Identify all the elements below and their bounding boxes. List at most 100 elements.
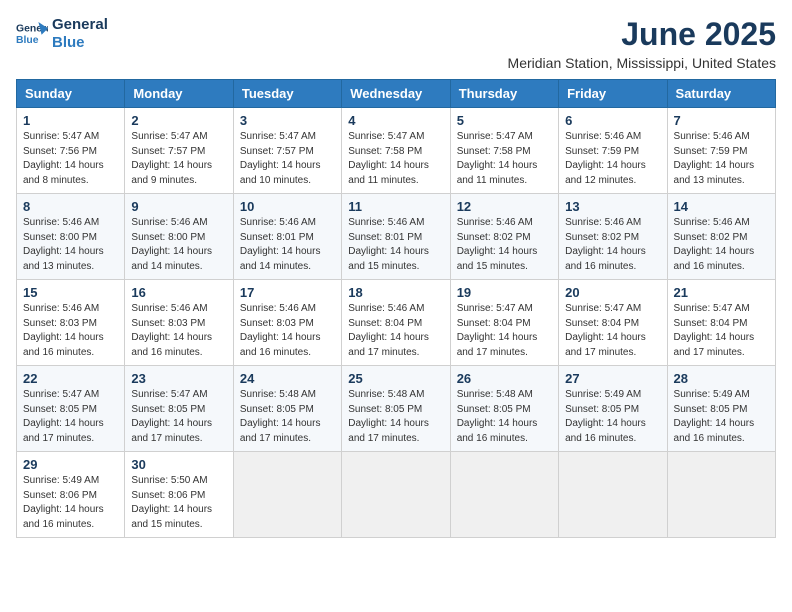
- daylight-text: Daylight: 14 hours and 14 minutes.: [131, 246, 212, 272]
- daylight-text: Daylight: 14 hours and 17 minutes.: [674, 332, 755, 358]
- day-detail: Sunrise: 5:48 AMSunset: 8:05 PMDaylight:…: [348, 388, 443, 446]
- calendar-cell: 24Sunrise: 5:48 AMSunset: 8:05 PMDayligh…: [233, 366, 341, 452]
- weekday-header: Monday: [125, 80, 233, 108]
- daylight-text: Daylight: 14 hours and 17 minutes.: [348, 418, 429, 444]
- sunset-text: Sunset: 8:04 PM: [565, 318, 639, 329]
- calendar-cell: 8 Sunrise: 5:46 AMSunset: 8:00 PMDaylight…: [17, 194, 125, 280]
- calendar-cell: 17Sunrise: 5:46 AMSunset: 8:03 PMDayligh…: [233, 280, 341, 366]
- day-detail: Sunrise: 5:46 AMSunset: 8:02 PMDaylight:…: [565, 216, 660, 274]
- sunrise-text: Sunrise: 5:46 AM: [23, 217, 99, 228]
- day-number: 28: [674, 371, 769, 386]
- sunrise-text: Sunrise: 5:47 AM: [23, 131, 99, 142]
- day-detail: Sunrise: 5:46 AMSunset: 8:03 PMDaylight:…: [23, 302, 118, 360]
- calendar-cell: 14Sunrise: 5:46 AMSunset: 8:02 PMDayligh…: [667, 194, 775, 280]
- day-detail: Sunrise: 5:47 AMSunset: 7:57 PMDaylight:…: [131, 130, 226, 188]
- day-number: 10: [240, 199, 335, 214]
- daylight-text: Daylight: 14 hours and 16 minutes.: [240, 332, 321, 358]
- day-number: 29: [23, 457, 118, 472]
- day-number: 9: [131, 199, 226, 214]
- calendar-cell: [667, 452, 775, 538]
- day-number: 11: [348, 199, 443, 214]
- sunrise-text: Sunrise: 5:49 AM: [565, 389, 641, 400]
- day-detail: Sunrise: 5:47 AMSunset: 8:04 PMDaylight:…: [674, 302, 769, 360]
- day-detail: Sunrise: 5:46 AMSunset: 8:01 PMDaylight:…: [348, 216, 443, 274]
- daylight-text: Daylight: 14 hours and 17 minutes.: [565, 332, 646, 358]
- sunrise-text: Sunrise: 5:47 AM: [674, 303, 750, 314]
- calendar: SundayMondayTuesdayWednesdayThursdayFrid…: [16, 79, 776, 538]
- day-detail: Sunrise: 5:46 AMSunset: 8:00 PMDaylight:…: [23, 216, 118, 274]
- logo: General Blue General Blue: [16, 16, 108, 52]
- daylight-text: Daylight: 14 hours and 11 minutes.: [457, 160, 538, 186]
- day-detail: Sunrise: 5:46 AMSunset: 8:00 PMDaylight:…: [131, 216, 226, 274]
- day-detail: Sunrise: 5:47 AMSunset: 7:58 PMDaylight:…: [348, 130, 443, 188]
- calendar-cell: 4Sunrise: 5:47 AMSunset: 7:58 PMDaylight…: [342, 108, 450, 194]
- day-detail: Sunrise: 5:50 AMSunset: 8:06 PMDaylight:…: [131, 474, 226, 532]
- calendar-cell: 10Sunrise: 5:46 AMSunset: 8:01 PMDayligh…: [233, 194, 341, 280]
- sunset-text: Sunset: 7:57 PM: [131, 146, 205, 157]
- title-area: June 2025 Meridian Station, Mississippi,…: [508, 16, 776, 71]
- day-number: 19: [457, 285, 552, 300]
- calendar-cell: 18Sunrise: 5:46 AMSunset: 8:04 PMDayligh…: [342, 280, 450, 366]
- day-number: 24: [240, 371, 335, 386]
- sunset-text: Sunset: 7:56 PM: [23, 146, 97, 157]
- daylight-text: Daylight: 14 hours and 13 minutes.: [674, 160, 755, 186]
- daylight-text: Daylight: 14 hours and 10 minutes.: [240, 160, 321, 186]
- calendar-cell: 1Sunrise: 5:47 AMSunset: 7:56 PMDaylight…: [17, 108, 125, 194]
- sunset-text: Sunset: 8:02 PM: [565, 232, 639, 243]
- sunrise-text: Sunrise: 5:47 AM: [240, 131, 316, 142]
- daylight-text: Daylight: 14 hours and 16 minutes.: [674, 246, 755, 272]
- sunset-text: Sunset: 8:02 PM: [457, 232, 531, 243]
- day-detail: Sunrise: 5:46 AMSunset: 7:59 PMDaylight:…: [565, 130, 660, 188]
- calendar-cell: 26Sunrise: 5:48 AMSunset: 8:05 PMDayligh…: [450, 366, 558, 452]
- daylight-text: Daylight: 14 hours and 8 minutes.: [23, 160, 104, 186]
- sunset-text: Sunset: 8:03 PM: [23, 318, 97, 329]
- daylight-text: Daylight: 14 hours and 16 minutes.: [565, 418, 646, 444]
- sunset-text: Sunset: 8:05 PM: [457, 404, 531, 415]
- day-detail: Sunrise: 5:46 AM Sunset: 7:59 PM Daylight:…: [674, 130, 769, 188]
- sunrise-text: Sunrise: 5:47 AM: [565, 303, 641, 314]
- sunset-text: Sunset: 7:59 PM: [674, 146, 748, 157]
- calendar-cell: 7Sunrise: 5:46 AMSunset: 7:59 PMDaylight…: [667, 108, 775, 194]
- calendar-cell: 20Sunrise: 5:47 AMSunset: 8:04 PMDayligh…: [559, 280, 667, 366]
- weekday-header: Saturday: [667, 80, 775, 108]
- day-detail: Sunrise: 5:47 AM Sunset: 8:04 PM Daylight:…: [565, 302, 660, 360]
- daylight-text: Daylight: 14 hours and 14 minutes.: [240, 246, 321, 272]
- day-detail: Sunrise: 5:47 AMSunset: 7:58 PMDaylight:…: [457, 130, 552, 188]
- day-number: 3: [240, 113, 335, 128]
- sunrise-text: Sunrise: 5:46 AM: [240, 303, 316, 314]
- day-detail: Sunrise: 5:49 AMSunset: 8:05 PMDaylight:…: [674, 388, 769, 446]
- calendar-cell: [233, 452, 341, 538]
- sunrise-text: Sunrise: 5:48 AM: [457, 389, 533, 400]
- sunset-text: Sunset: 8:01 PM: [348, 232, 422, 243]
- day-number: 23: [131, 371, 226, 386]
- sunrise-text: Sunrise: 5:46 AM: [23, 303, 99, 314]
- daylight-text: Daylight: 14 hours and 17 minutes.: [348, 332, 429, 358]
- daylight-text: Daylight: 14 hours and 16 minutes.: [131, 332, 212, 358]
- daylight-text: Daylight: 14 hours and 11 minutes.: [348, 160, 429, 186]
- sunset-text: Sunset: 8:01 PM: [240, 232, 314, 243]
- sunrise-text: Sunrise: 5:46 AM: [674, 131, 750, 142]
- daylight-text: Daylight: 14 hours and 17 minutes.: [131, 418, 212, 444]
- day-number: 27: [565, 371, 660, 386]
- calendar-header-row: SundayMondayTuesdayWednesdayThursdayFrid…: [17, 80, 776, 108]
- sunset-text: Sunset: 7:58 PM: [457, 146, 531, 157]
- sunset-text: Sunset: 8:04 PM: [457, 318, 531, 329]
- daylight-text: Daylight: 14 hours and 16 minutes.: [23, 504, 104, 530]
- day-number: 8: [23, 199, 118, 214]
- daylight-text: Daylight: 14 hours and 16 minutes.: [674, 418, 755, 444]
- calendar-cell: 9 Sunrise: 5:46 AMSunset: 8:00 PMDaylight…: [125, 194, 233, 280]
- day-detail: Sunrise: 5:46 AMSunset: 8:02 PMDaylight:…: [674, 216, 769, 274]
- day-number: 2: [131, 113, 226, 128]
- sunset-text: Sunset: 8:00 PM: [131, 232, 205, 243]
- weekday-header: Wednesday: [342, 80, 450, 108]
- sunrise-text: Sunrise: 5:48 AM: [240, 389, 316, 400]
- calendar-cell: 2 Sunrise: 5:47 AMSunset: 7:57 PMDaylight…: [125, 108, 233, 194]
- sunset-text: Sunset: 8:05 PM: [131, 404, 205, 415]
- calendar-week-row: 29Sunrise: 5:49 AMSunset: 8:06 PMDayligh…: [17, 452, 776, 538]
- day-number: 12: [457, 199, 552, 214]
- sunset-text: Sunset: 8:06 PM: [23, 490, 97, 501]
- daylight-text: Daylight: 14 hours and 17 minutes.: [240, 418, 321, 444]
- day-number: 21: [674, 285, 769, 300]
- sunrise-text: Sunrise: 5:46 AM: [131, 303, 207, 314]
- sunset-text: Sunset: 8:05 PM: [348, 404, 422, 415]
